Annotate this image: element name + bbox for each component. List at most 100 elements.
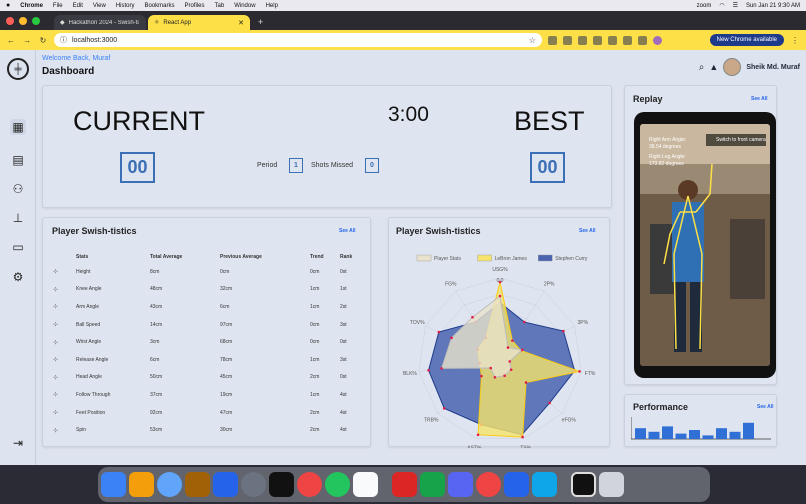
calendar-icon[interactable]: ▤ (10, 152, 26, 168)
menu-window[interactable]: Window (234, 3, 255, 9)
radar-point (471, 315, 474, 319)
replay-see-all-link[interactable]: See All (751, 96, 768, 102)
git-icon[interactable] (392, 472, 417, 497)
radar-point (437, 330, 441, 334)
download-icon[interactable] (638, 35, 647, 45)
freeform-icon[interactable] (353, 472, 378, 497)
phone-mirroring-icon[interactable] (571, 472, 596, 497)
minimize-window-button[interactable] (19, 16, 27, 25)
notification-bell-icon[interactable]: ▲ (709, 62, 718, 72)
table-row[interactable]: ⊹ Head Angle 50cm 45cm 2cm 0st (53, 369, 360, 387)
window-controls (6, 11, 40, 30)
avatar[interactable] (723, 58, 742, 76)
close-tab-icon[interactable]: ✕ (238, 19, 244, 27)
table-cell-prev: 0cm (220, 268, 230, 275)
arm-icon: ⊹ (53, 304, 59, 311)
stats-see-all-link[interactable]: See All (339, 228, 356, 234)
wifi-icon[interactable]: ◠ (719, 2, 724, 9)
browser-tab[interactable]: ◆ Hackathon 2024 - Swish-tis (54, 15, 146, 30)
table-row[interactable]: ⊹ Arm Angle 43cm 6cm 1cm 2st (53, 298, 360, 316)
username[interactable]: Sheik Md. Muraf (746, 64, 800, 71)
hierarchy-icon[interactable]: ⊥ (10, 210, 26, 226)
team-icon[interactable]: ⚇ (10, 181, 26, 197)
menu-history[interactable]: History (116, 3, 135, 9)
menu-bookmarks[interactable]: Bookmarks (145, 3, 175, 9)
table-row[interactable]: ⊹ Release Angle 6cm 78cm 1cm 3st (53, 351, 360, 369)
maximize-window-button[interactable] (32, 16, 40, 25)
close-window-button[interactable] (6, 16, 14, 25)
dashboard-icon[interactable]: ▦ (10, 119, 26, 135)
new-chrome-available-button[interactable]: New Chrome available (709, 34, 784, 46)
system-settings-icon[interactable] (241, 472, 266, 497)
chrome-icon[interactable] (476, 472, 501, 497)
performance-bar (662, 426, 673, 439)
radar-point (521, 435, 524, 439)
table-cell-total: 43cm (150, 303, 163, 310)
extension-icon[interactable] (623, 35, 632, 45)
basketball-logo-icon[interactable]: ╪ (7, 58, 29, 80)
logout-icon[interactable]: ⇥ (10, 435, 26, 451)
contacts-icon[interactable] (185, 472, 210, 497)
radar-point (442, 407, 446, 410)
safari-icon[interactable] (157, 472, 182, 497)
discord-icon[interactable] (448, 472, 473, 497)
radar-category-label: FG% (445, 281, 457, 287)
switch-camera-button[interactable]: Switch to front camera (716, 137, 766, 144)
extension-icon[interactable] (608, 35, 617, 45)
table-cell-trend: 0cm (310, 321, 320, 328)
table-row[interactable]: ⊹ Wrist Angle 3cm 68cm 0cm 0st (53, 333, 360, 351)
table-row[interactable]: ⊹ Ball Speed 14cm 97cm 0cm 3st (53, 316, 360, 334)
app-menu[interactable]: Chrome (20, 3, 43, 9)
chat-icon[interactable]: ▭ (10, 239, 26, 255)
menu-tab[interactable]: Tab (215, 3, 225, 9)
vscode-icon[interactable] (532, 472, 557, 497)
trash-icon[interactable] (599, 472, 624, 497)
column-header: Stats (76, 254, 89, 260)
control-center-icon[interactable]: ☰ (733, 2, 738, 9)
new-tab-button[interactable]: + (258, 15, 263, 30)
menu-view[interactable]: View (93, 3, 106, 9)
finder-icon[interactable] (101, 472, 126, 497)
site-info-icon[interactable]: ⓘ (60, 35, 67, 45)
extension-icon[interactable] (578, 35, 587, 45)
profile-icon[interactable] (653, 35, 662, 45)
clock[interactable]: Sun Jan 21 9:30 AM (746, 3, 800, 9)
chrome-icon[interactable] (297, 472, 322, 497)
browser-tab-active[interactable]: ⚛ React App ✕ (148, 15, 250, 30)
maps-icon[interactable] (420, 472, 445, 497)
radar-see-all-link[interactable]: See All (579, 228, 596, 234)
zoom-icon[interactable] (504, 472, 529, 497)
chrome-menu-icon[interactable]: ⋮ (790, 36, 800, 45)
reload-icon[interactable]: ↻ (38, 36, 48, 45)
table-row[interactable]: ⊹ Spin 53cm 30cm 2cm 4st (53, 421, 360, 439)
table-row[interactable]: ⊹ Feet Position 92cm 47cm 2cm 4st (53, 404, 360, 422)
menu-file[interactable]: File (53, 3, 63, 9)
terminal-icon[interactable] (269, 472, 294, 497)
app-store-icon[interactable] (213, 472, 238, 497)
table-row[interactable]: ⊹ Knee Angle 48cm 32cm 1cm 1st (53, 281, 360, 299)
search-icon[interactable]: ⌕ (699, 62, 705, 73)
zoom-status[interactable]: zoom (697, 3, 712, 9)
launchpad-icon[interactable] (129, 472, 154, 497)
performance-see-all-link[interactable]: See All (757, 404, 774, 410)
menu-profiles[interactable]: Profiles (185, 3, 205, 9)
table-cell-stat: Follow Through (76, 391, 111, 398)
table-row[interactable]: ⊹ Height 8cm 0cm 0cm 0st (53, 263, 360, 281)
extension-icon[interactable] (593, 35, 602, 45)
menu-help[interactable]: Help (266, 3, 278, 9)
address-bar[interactable]: ⓘ localhost:3000 ☆ (54, 33, 542, 47)
menu-edit[interactable]: Edit (73, 3, 83, 9)
back-icon[interactable]: ← (6, 36, 16, 45)
best-score: 00 (530, 152, 565, 183)
table-cell-prev: 45cm (220, 374, 233, 381)
extension-icon[interactable] (548, 35, 557, 45)
table-cell-total: 3cm (150, 339, 160, 346)
extension-icon[interactable] (563, 35, 572, 45)
apple-menu-icon[interactable]: ● (6, 2, 10, 9)
settings-icon[interactable]: ⚙ (10, 269, 26, 285)
forward-icon[interactable]: → (22, 36, 32, 45)
whatsapp-icon[interactable] (325, 472, 350, 497)
bookmark-star-icon[interactable]: ☆ (529, 36, 536, 45)
table-row[interactable]: ⊹ Follow Through 37cm 19cm 1cm 4st (53, 386, 360, 404)
tab-title: Hackathon 2024 - Swish-tis (68, 19, 139, 26)
